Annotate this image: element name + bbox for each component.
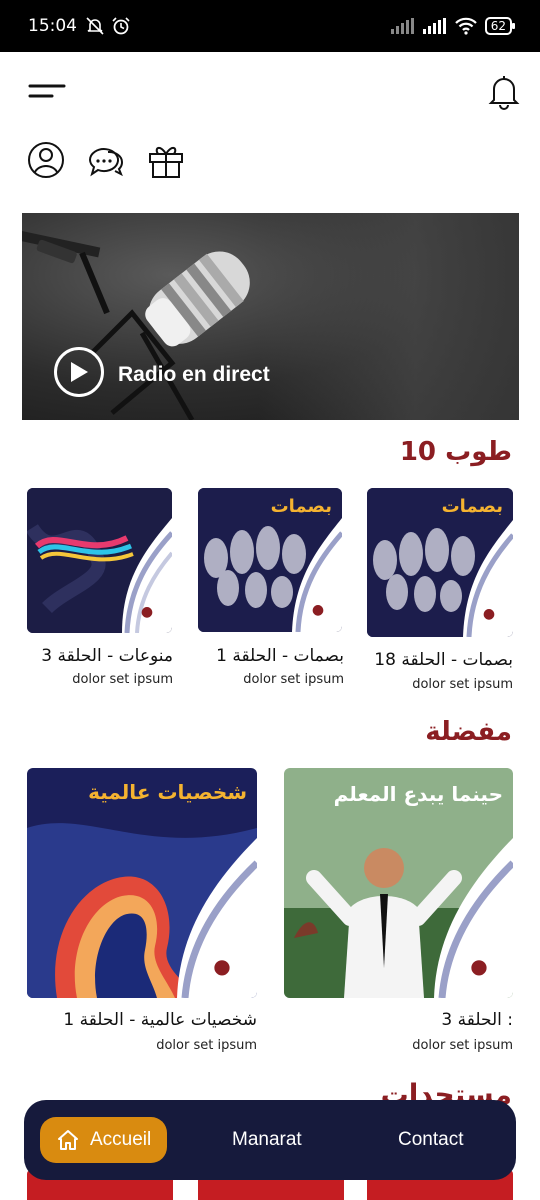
card-title: : الحلقة 3: [441, 1010, 513, 1030]
cover-image: ● بصمات: [367, 488, 513, 637]
favorite-card[interactable]: ● شخصيات عالمية شخصيات عالمية - الحلقة 1…: [27, 768, 257, 1058]
cover-image: ● حينما يبدع المعلم: [284, 768, 513, 998]
profile-icon[interactable]: [26, 140, 66, 180]
svg-text:●: ●: [213, 954, 230, 978]
nav-contact[interactable]: Contact: [398, 1129, 463, 1151]
cover-image: ● شخصيات عالمية: [27, 768, 257, 998]
home-icon: [58, 1130, 78, 1150]
cover-title: بصمات: [441, 496, 503, 517]
nav-home[interactable]: Accueil: [40, 1117, 168, 1163]
play-icon: [71, 362, 88, 382]
card-subtitle: dolor set ipsum: [72, 672, 173, 687]
favorite-card[interactable]: ● حينما يبدع المعلم : الحلقة 3 dolor set…: [284, 768, 513, 1058]
svg-text:●: ●: [483, 606, 495, 622]
top10-card[interactable]: ● منوعات - الحلقة 3 dolor set ipsum: [27, 488, 173, 693]
quick-actions: [26, 140, 186, 180]
svg-text:●: ●: [312, 602, 324, 618]
card-title: بصمات - الحلقة 18: [374, 650, 513, 670]
bell-icon[interactable]: [486, 72, 522, 110]
status-time: 15:04: [28, 16, 77, 36]
radio-live-banner[interactable]: Radio en direct: [22, 213, 519, 420]
chat-icon[interactable]: [86, 140, 126, 180]
wifi-icon: [454, 17, 477, 35]
cover-art: ●: [27, 488, 172, 633]
nav-manarat[interactable]: Manarat: [232, 1129, 302, 1151]
nav-home-label: Accueil: [90, 1129, 152, 1150]
battery-indicator: 62: [484, 17, 516, 35]
top10-card[interactable]: ● بصمات بصمات - الحلقة 1 dolor set ipsum: [198, 488, 344, 693]
radio-live-label: Radio en direct: [118, 363, 270, 386]
top-bar: [0, 52, 540, 132]
signal-icon: [422, 18, 446, 34]
top10-card[interactable]: ● بصمات بصمات - الحلقة 18 dolor set ipsu…: [367, 488, 513, 698]
cover-image: ● بصمات: [198, 488, 342, 632]
cover-title: بصمات: [270, 496, 332, 517]
section-title-top10: طوب 10: [399, 437, 512, 467]
menu-icon[interactable]: [28, 80, 68, 104]
play-button[interactable]: [54, 347, 104, 397]
mute-bell-icon: [86, 17, 104, 35]
banner-background: [259, 213, 519, 420]
card-title: منوعات - الحلقة 3: [41, 646, 173, 666]
cover-title: حينما يبدع المعلم: [333, 782, 503, 806]
card-title: شخصيات عالمية - الحلقة 1: [63, 1010, 257, 1030]
section-title-favorites: مفضلة: [425, 717, 512, 747]
card-title: بصمات - الحلقة 1: [216, 646, 344, 666]
cover-title: شخصيات عالمية: [88, 780, 247, 804]
gift-icon[interactable]: [146, 140, 186, 180]
card-subtitle: dolor set ipsum: [412, 1038, 513, 1053]
card-subtitle: dolor set ipsum: [412, 677, 513, 692]
signal-icon: [390, 18, 414, 34]
svg-text:●: ●: [470, 954, 487, 978]
card-subtitle: dolor set ipsum: [156, 1038, 257, 1053]
card-subtitle: dolor set ipsum: [243, 672, 344, 687]
svg-text:●: ●: [141, 604, 153, 620]
bottom-navigation: Accueil Manarat Contact: [24, 1100, 516, 1180]
cover-image: ●: [27, 488, 172, 633]
alarm-icon: [112, 17, 130, 35]
status-bar: 15:04 62: [0, 0, 540, 52]
